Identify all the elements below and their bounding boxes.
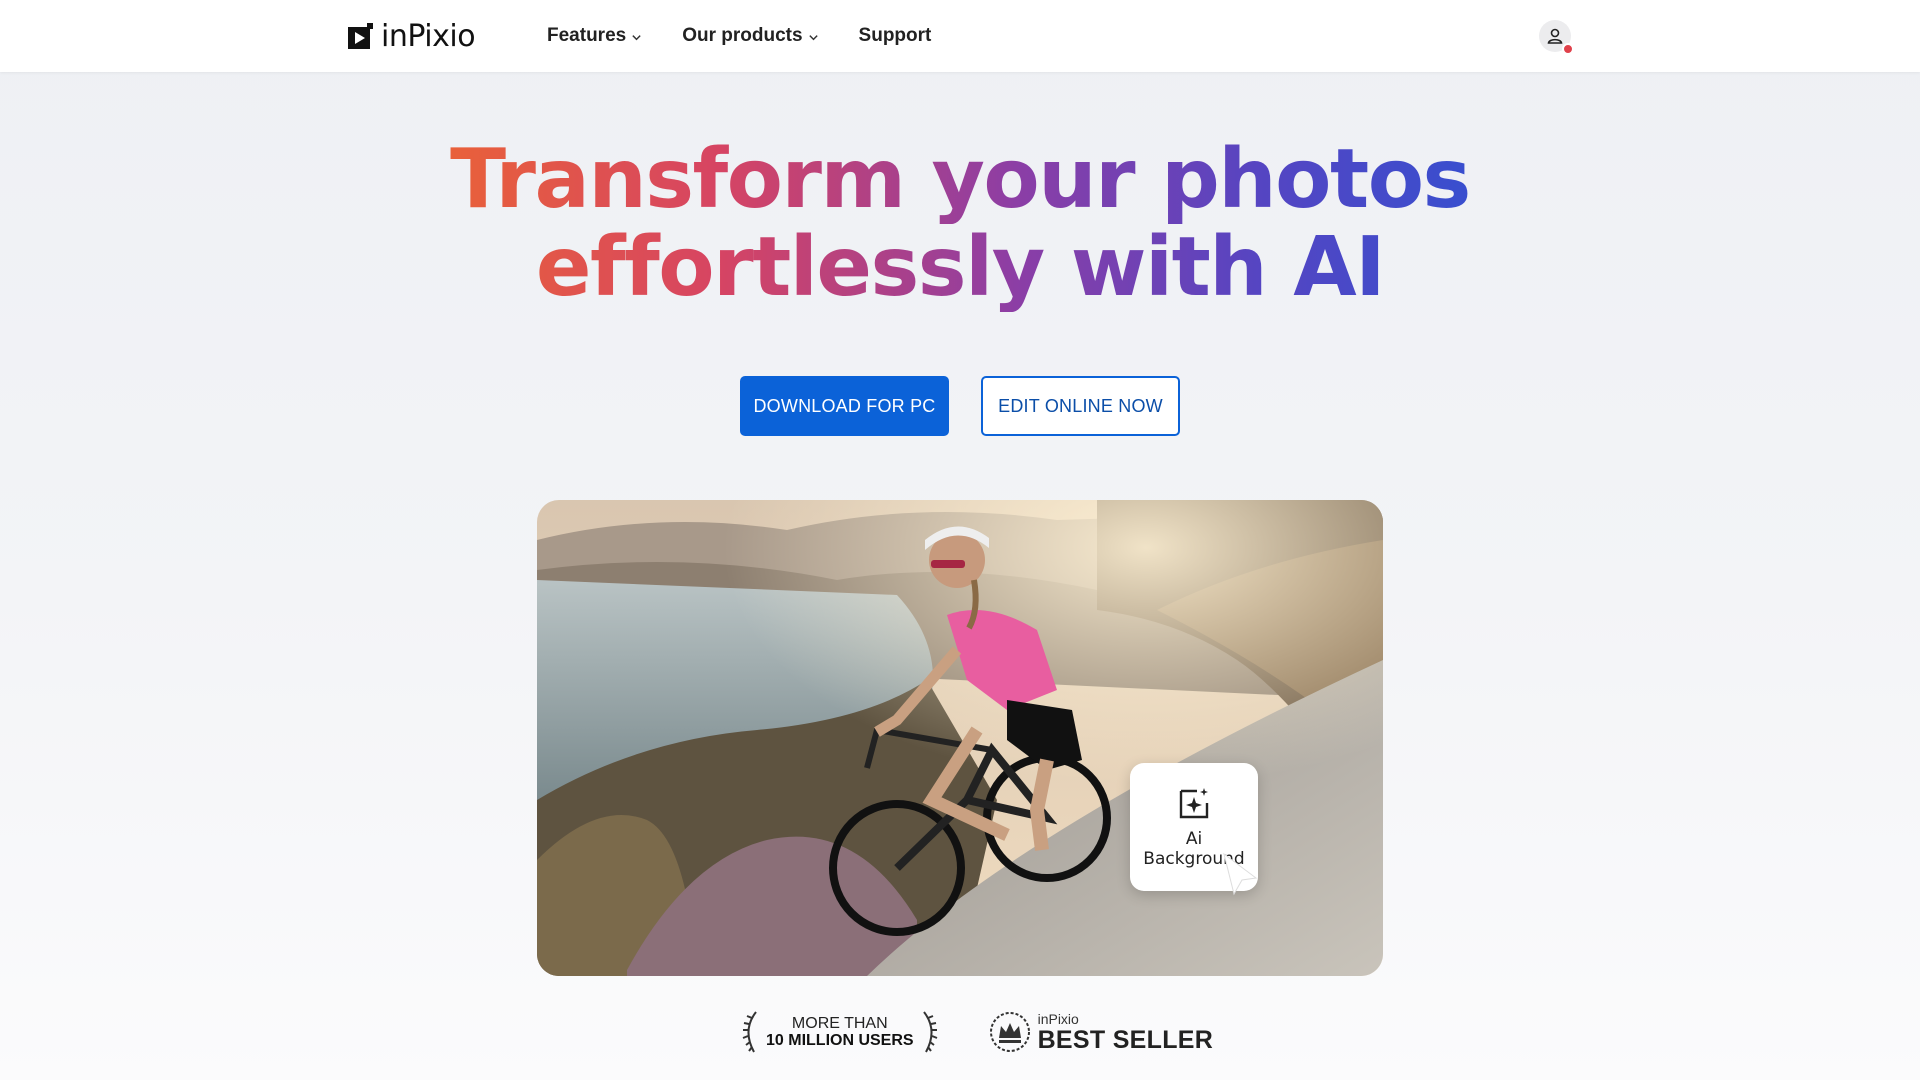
users-badge-line1: MORE THAN — [791, 1015, 888, 1032]
users-badge-line2: 10 MILLION USERS — [766, 1032, 914, 1049]
best-seller-label: BEST SELLER — [1037, 1026, 1214, 1054]
nav-support[interactable]: Support — [859, 25, 932, 47]
edit-online-now-button[interactable]: EDIT ONLINE NOW — [981, 376, 1180, 436]
user-icon — [1547, 28, 1563, 44]
inpixio-logo[interactable]: inPixio — [347, 19, 476, 54]
laurel-right-icon — [922, 1011, 937, 1053]
trust-badges: MORE THAN 10 MILLION USERS inPixio BEST … — [740, 1008, 1213, 1056]
ai-sparkle-image-icon — [1179, 788, 1209, 819]
chevron-down-icon — [808, 34, 818, 40]
logo-play-icon — [348, 23, 373, 49]
hero-title-line1: Transform your photos — [360, 136, 1560, 224]
cyclist-scene-image — [537, 500, 1383, 976]
notification-dot — [1562, 43, 1574, 55]
crown-seal-icon — [989, 1012, 1030, 1052]
site-header: inPixio Features Our products Support — [0, 0, 1920, 72]
best-seller-brand: inPixio — [1037, 1011, 1079, 1027]
nav-our-products-label: Our products — [682, 25, 803, 46]
nav-our-products[interactable]: Our products — [682, 25, 818, 47]
logo-text: inPixio — [381, 19, 476, 54]
hero-photo: Ai Background — [537, 500, 1383, 976]
main-nav: Features Our products Support — [547, 0, 971, 72]
chevron-down-icon — [632, 34, 641, 40]
users-badge: MORE THAN 10 MILLION USERS — [740, 1010, 940, 1054]
download-for-pc-button[interactable]: DOWNLOAD FOR PC — [740, 376, 949, 436]
nav-features-label: Features — [547, 25, 627, 46]
nav-support-label: Support — [858, 25, 932, 46]
pointer-cursor-icon — [1223, 852, 1258, 896]
ai-background-label-line1: Ai — [1185, 829, 1203, 849]
laurel-left-icon — [742, 1011, 757, 1053]
hero-title-line2: effortlessly with AI — [360, 224, 1560, 312]
best-seller-badge: inPixio BEST SELLER — [988, 1010, 1214, 1054]
nav-features[interactable]: Features — [547, 25, 642, 47]
account-button[interactable] — [1539, 20, 1574, 55]
hero-title: Transform your photos effortlessly with … — [360, 136, 1560, 312]
